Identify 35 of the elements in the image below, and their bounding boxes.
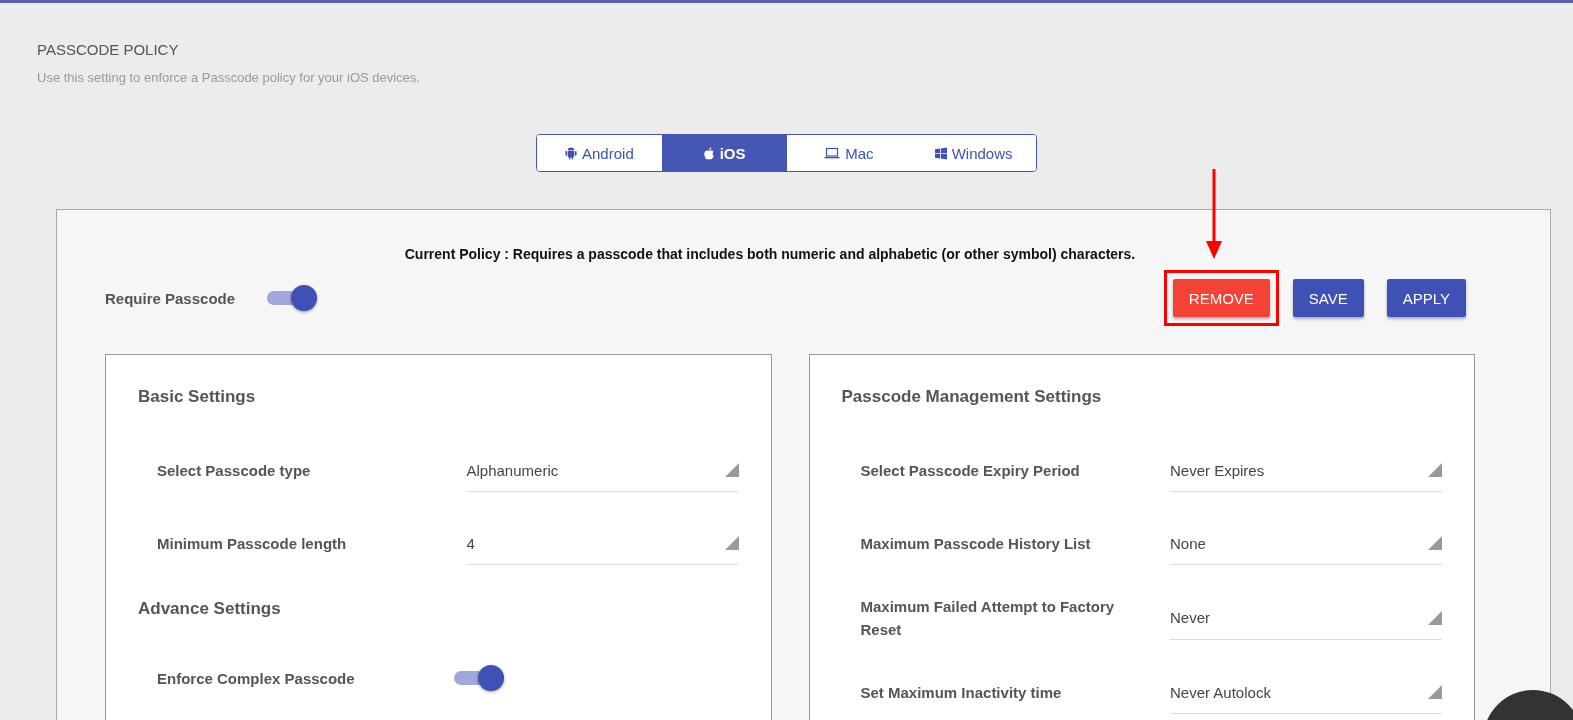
dropdown-caret-icon [1428,685,1442,699]
section-title: Advance Settings [138,599,282,619]
page-subtitle: Use this setting to enforce a Passcode policy for your iOS devices. [37,70,421,85]
page-title: PASSCODE POLICY [37,41,180,58]
select-field[interactable]: None [1170,522,1442,565]
setting-label: Maximum Passcode History List [860,534,1092,554]
setting-label: Select Passcode Expiry Period [860,461,1081,481]
select-field[interactable]: Never Expires [1170,449,1442,492]
select-field[interactable]: Never [1170,596,1442,640]
select-field[interactable]: Never Autolock [1170,671,1442,714]
action-button[interactable]: REMOVE [1172,279,1270,317]
setting-label: Set Maximum Inactivity time [860,683,1063,703]
platform-tab[interactable]: iOS [661,135,787,171]
action-button[interactable]: SAVE [1292,279,1364,317]
section-title: Passcode Management Settings [841,387,1103,407]
android-icon [565,146,577,160]
setting-label: Minimum Passcode length [157,534,348,554]
laptop-icon [824,147,841,159]
setting-label: Enforce Complex Passcode [157,668,356,689]
setting-label: Maximum Failed Attempt to Factory Reset [860,597,1116,640]
action-button[interactable]: APPLY [1386,279,1466,317]
select-field[interactable]: Alphanumeric [466,449,739,492]
current-policy-text: Current Policy : Requires a passcode that includes both numeric and alphabetic (or other symbol) characters. [403,246,1137,262]
dropdown-caret-icon [1428,536,1442,550]
dropdown-caret-icon [724,536,739,550]
select-field[interactable]: 4 [466,522,739,565]
require-passcode-label: Require Passcode [105,289,236,307]
setting-toggle[interactable] [452,664,506,692]
dropdown-caret-icon [1428,610,1442,625]
apple-icon [702,146,715,160]
section-title: Basic Settings [138,387,257,407]
windows-icon [934,146,947,160]
dropdown-caret-icon [1428,463,1442,477]
dropdown-caret-icon [724,463,739,477]
setting-label: Select Passcode type [157,461,312,481]
